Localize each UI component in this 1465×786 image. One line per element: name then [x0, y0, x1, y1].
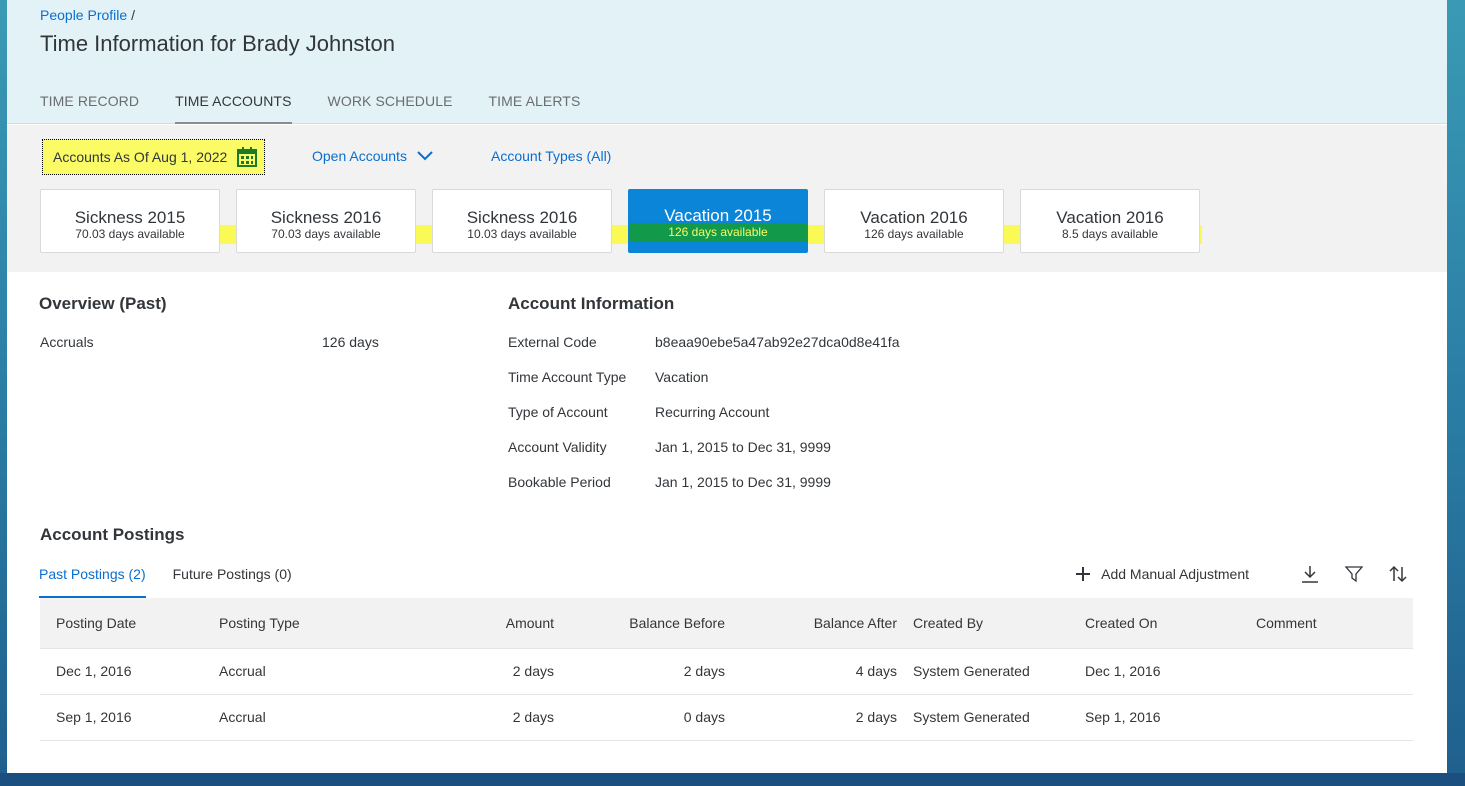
postings-actions: Add Manual Adjustment [1075, 565, 1407, 583]
tab-past-postings[interactable]: Past Postings (2) [39, 566, 146, 598]
page: People Profile / Time Information for Br… [7, 0, 1447, 773]
account-types-filter[interactable]: Account Types (All) [491, 148, 611, 164]
column-header-posting-date[interactable]: Posting Date [40, 598, 203, 648]
account-card-available: 126 days available [629, 223, 807, 242]
cell-comment [1240, 648, 1413, 694]
column-header-balance-before[interactable]: Balance Before [554, 598, 725, 648]
external-code-label: External Code [508, 334, 597, 350]
open-accounts-dropdown[interactable]: Open Accounts [312, 148, 434, 164]
account-card-vacation-2015[interactable]: Vacation 2015 126 days available [628, 189, 808, 253]
tab-time-alerts[interactable]: TIME ALERTS [489, 93, 581, 124]
bookable-period-label: Bookable Period [508, 474, 611, 490]
account-card-available: 126 days available [864, 227, 964, 241]
account-card-sickness-2016-a[interactable]: Sickness 2016 70.03 days available [236, 189, 416, 253]
type-of-account-value: Recurring Account [655, 404, 770, 420]
tab-time-record[interactable]: TIME RECORD [40, 93, 139, 124]
column-header-created-by[interactable]: Created By [897, 598, 1069, 648]
cell-amount: 2 days [512, 709, 554, 725]
accruals-label: Accruals [40, 334, 94, 350]
accounts-toolbar: Accounts As Of Aug 1, 2022 Open Accounts… [7, 125, 1447, 272]
cell-created-on: Sep 1, 2016 [1085, 709, 1161, 725]
page-title: Time Information for Brady Johnston [40, 31, 396, 56]
account-card-vacation-2016-a[interactable]: Vacation 2016 126 days available [824, 189, 1004, 253]
filter-icon [1345, 566, 1363, 583]
cell-posting-date: Dec 1, 2016 [56, 663, 132, 679]
cell-balance-after: 4 days [855, 663, 897, 679]
breadcrumb-separator: / [131, 7, 135, 23]
breadcrumb-people-profile-link[interactable]: People Profile [40, 7, 127, 23]
postings-table: Posting Date Posting Type Amount Balance… [40, 598, 1413, 741]
add-manual-adjustment-button[interactable]: Add Manual Adjustment [1075, 566, 1249, 582]
sort-icon [1389, 565, 1407, 583]
account-card-vacation-2016-b[interactable]: Vacation 2016 8.5 days available [1020, 189, 1200, 253]
type-of-account-label: Type of Account [508, 404, 608, 420]
page-header: People Profile / Time Information for Br… [7, 0, 1447, 124]
table-row[interactable]: Dec 1, 2016 Accrual 2 days 2 days 4 days… [40, 648, 1413, 694]
table-header-row: Posting Date Posting Type Amount Balance… [40, 598, 1413, 648]
account-postings-heading: Account Postings [40, 525, 185, 544]
cell-balance-after: 2 days [855, 709, 897, 725]
cell-amount: 2 days [512, 663, 554, 679]
cell-created-on: Dec 1, 2016 [1085, 663, 1161, 679]
cell-balance-before: 2 days [683, 663, 725, 679]
account-validity-value: Jan 1, 2015 to Dec 31, 9999 [655, 439, 831, 455]
filter-button[interactable] [1345, 565, 1363, 583]
cell-created-by: System Generated [913, 663, 1030, 679]
tab-work-schedule[interactable]: WORK SCHEDULE [328, 93, 453, 124]
cell-posting-type: Accrual [219, 663, 266, 679]
main-tabs: TIME RECORD TIME ACCOUNTS WORK SCHEDULE … [40, 93, 616, 124]
account-card-sickness-2016-b[interactable]: Sickness 2016 10.03 days available [432, 189, 612, 253]
column-header-comment[interactable]: Comment [1240, 598, 1413, 648]
cell-comment [1240, 694, 1413, 740]
time-account-type-label: Time Account Type [508, 369, 627, 385]
as-of-date-label: Accounts As Of Aug 1, 2022 [53, 149, 228, 165]
time-account-type-value: Vacation [655, 369, 709, 385]
account-card-available: 10.03 days available [467, 227, 577, 241]
column-header-created-on[interactable]: Created On [1069, 598, 1240, 648]
column-header-posting-type[interactable]: Posting Type [203, 598, 459, 648]
download-button[interactable] [1301, 565, 1319, 583]
column-header-balance-after[interactable]: Balance After [725, 598, 897, 648]
account-card-available: 70.03 days available [271, 227, 381, 241]
account-card-available: 70.03 days available [75, 227, 185, 241]
cell-balance-before: 0 days [683, 709, 725, 725]
account-validity-label: Account Validity [508, 439, 607, 455]
as-of-date-button[interactable]: Accounts As Of Aug 1, 2022 [42, 139, 265, 175]
account-info-heading: Account Information [508, 294, 675, 313]
plus-icon [1076, 567, 1091, 581]
download-icon [1302, 566, 1318, 583]
add-manual-adjustment-label: Add Manual Adjustment [1101, 566, 1249, 582]
cell-posting-date: Sep 1, 2016 [56, 709, 132, 725]
account-card-sickness-2015[interactable]: Sickness 2015 70.03 days available [40, 189, 220, 253]
chevron-down-icon [417, 151, 433, 161]
cell-created-by: System Generated [913, 709, 1030, 725]
overview-heading: Overview (Past) [39, 294, 167, 313]
cell-posting-type: Accrual [219, 709, 266, 725]
column-header-amount[interactable]: Amount [459, 598, 554, 648]
sort-button[interactable] [1389, 565, 1407, 583]
accruals-value: 126 days [322, 334, 379, 350]
bookable-period-value: Jan 1, 2015 to Dec 31, 9999 [655, 474, 831, 490]
external-code-value: b8eaa90ebe5a47ab92e27dca0d8e41fa [655, 334, 900, 350]
calendar-icon[interactable] [237, 147, 257, 167]
breadcrumb: People Profile / [40, 7, 135, 23]
tab-time-accounts[interactable]: TIME ACCOUNTS [175, 93, 292, 124]
bottom-background-strip [0, 773, 1465, 786]
account-card-available: 8.5 days available [1061, 227, 1159, 241]
table-row[interactable]: Sep 1, 2016 Accrual 2 days 0 days 2 days… [40, 694, 1413, 740]
open-accounts-label: Open Accounts [312, 148, 407, 164]
postings-tabs: Past Postings (2) Future Postings (0) [39, 566, 319, 598]
tab-future-postings[interactable]: Future Postings (0) [173, 566, 292, 598]
